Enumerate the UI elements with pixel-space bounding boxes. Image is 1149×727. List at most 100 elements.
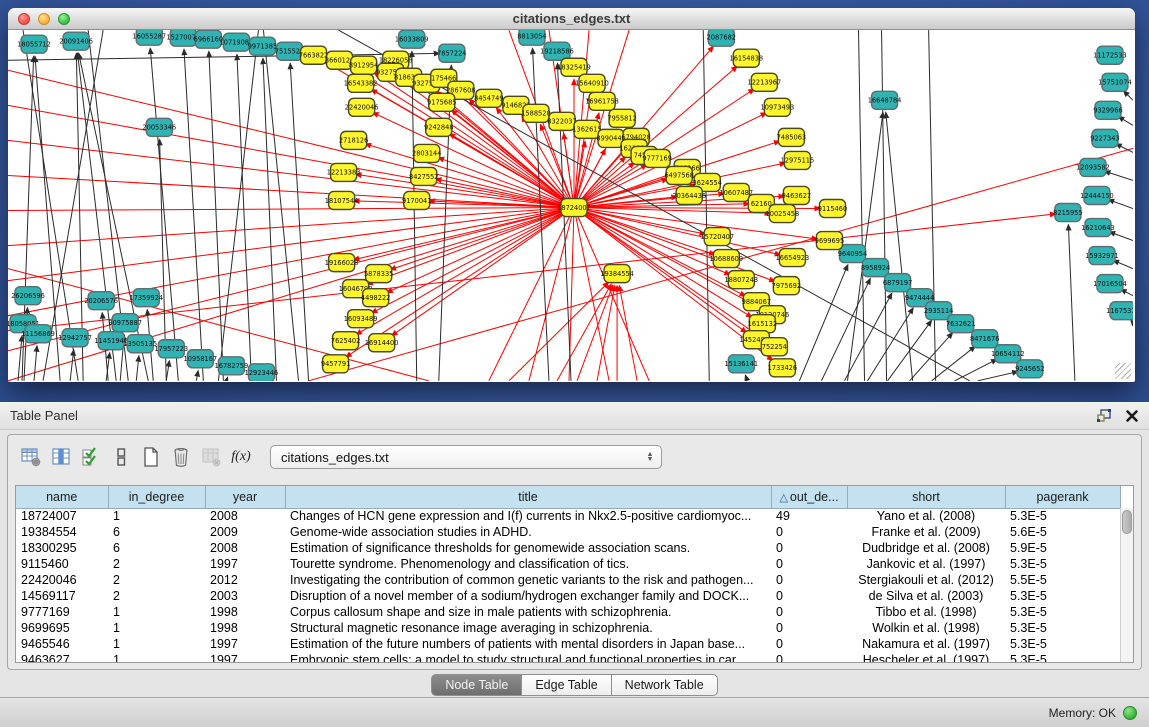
red-edge[interactable] xyxy=(8,214,1056,331)
graph-node[interactable]: 22420046 xyxy=(345,98,379,116)
function-builder-icon[interactable]: f(x) xyxy=(226,442,256,472)
table-scrollbar-thumb[interactable] xyxy=(1122,510,1132,534)
graph-node[interactable]: 7857224 xyxy=(437,44,466,62)
red-edge[interactable] xyxy=(390,208,574,270)
table-cell[interactable]: Nakamura et al. (1997) xyxy=(847,636,1005,652)
float-panel-icon[interactable] xyxy=(1096,408,1113,424)
table-cell[interactable]: 9465546 xyxy=(16,636,108,652)
table-row[interactable]: 946554611997Estimation of the future num… xyxy=(16,636,1120,652)
col-header-name[interactable]: name xyxy=(16,486,108,508)
table-cell[interactable]: 9777169 xyxy=(16,604,108,620)
graph-node[interactable]: 16914400 xyxy=(365,334,399,352)
graph-node[interactable]: 20053346 xyxy=(142,118,176,136)
network-canvas[interactable]: 1872400718055712200914061605528715270072… xyxy=(8,30,1133,381)
table-cell[interactable]: 1 xyxy=(108,508,205,524)
graph-node[interactable]: 15640910 xyxy=(575,74,609,92)
graph-node[interactable]: 10958167 xyxy=(184,350,218,368)
graph-node[interactable]: 8813054 xyxy=(517,30,546,45)
black-edge[interactable] xyxy=(799,265,847,381)
table-cell[interactable]: Structural magnetic resonance image aver… xyxy=(285,620,771,636)
table-cell[interactable]: 1 xyxy=(108,620,205,636)
table-cell[interactable]: Disruption of a novel member of a sodium… xyxy=(285,588,771,604)
table-cell[interactable]: Genome-wide association studies in ADHD. xyxy=(285,524,771,540)
table-cell[interactable]: 1997 xyxy=(205,556,285,572)
window-titlebar[interactable]: citations_edges.txt xyxy=(8,8,1135,30)
table-row[interactable]: 977716911998Corpus callosum shape and si… xyxy=(16,604,1120,620)
red-edge[interactable] xyxy=(373,112,575,207)
graph-node[interactable]: 16093489 xyxy=(344,310,378,328)
table-cell[interactable]: 2009 xyxy=(205,524,285,540)
table-cell[interactable]: 2 xyxy=(108,588,205,604)
table-cell[interactable]: Jankovic et al. (1997) xyxy=(847,556,1005,572)
new-table-icon[interactable] xyxy=(136,442,166,472)
graph-node[interactable]: 7625402 xyxy=(331,332,360,350)
graph-node[interactable]: 19384554 xyxy=(600,265,634,283)
close-panel-icon[interactable] xyxy=(1125,409,1139,423)
red-edge[interactable] xyxy=(489,208,574,381)
graph-node[interactable]: 7632621 xyxy=(946,315,975,333)
black-edge[interactable] xyxy=(1104,171,1133,180)
select-rows-icon[interactable] xyxy=(76,442,106,472)
graph-node[interactable]: 9971385 xyxy=(248,37,277,55)
graph-node[interactable]: 9242848 xyxy=(424,118,453,136)
table-cell[interactable]: 19384554 xyxy=(16,524,108,540)
graph-node[interactable]: 12942757 xyxy=(58,329,92,347)
table-cell[interactable]: 2008 xyxy=(205,508,285,524)
black-edge[interactable] xyxy=(868,308,914,381)
table-cell[interactable]: 5.3E-5 xyxy=(1005,556,1120,572)
table-cell[interactable]: 5.3E-5 xyxy=(1005,652,1120,663)
table-cell[interactable]: 5.3E-5 xyxy=(1005,636,1120,652)
red-edge[interactable] xyxy=(574,208,715,255)
table-cell[interactable]: 49 xyxy=(771,508,847,524)
graph-node[interactable]: 4498222 xyxy=(361,289,390,307)
graph-node[interactable]: 15136141 xyxy=(724,355,758,373)
graph-node[interactable]: 9115460 xyxy=(818,199,847,217)
table-cell[interactable]: 9463627 xyxy=(16,652,108,663)
black-edge[interactable] xyxy=(859,30,865,381)
table-cell[interactable]: 22420046 xyxy=(16,572,108,588)
delete-table-icon[interactable] xyxy=(166,442,196,472)
column-visibility-icon[interactable] xyxy=(46,442,76,472)
table-row[interactable]: 2242004622012Investigating the contribut… xyxy=(16,572,1120,588)
graph-node[interactable]: 16782759 xyxy=(215,357,249,375)
graph-node[interactable]: 15751074 xyxy=(1098,73,1132,91)
graph-node[interactable]: 6879197 xyxy=(883,274,912,292)
graph-node[interactable]: 16654923 xyxy=(776,249,810,267)
graph-node[interactable]: 16543382 xyxy=(344,74,378,92)
graph-node[interactable]: 11156869 xyxy=(21,325,55,343)
table-cell[interactable]: 0 xyxy=(771,556,847,572)
black-edge[interactable] xyxy=(196,371,198,381)
graph-node[interactable]: 13505135 xyxy=(123,335,157,353)
graph-node[interactable]: 18055712 xyxy=(17,35,51,53)
red-edge[interactable] xyxy=(509,282,609,381)
graph-node[interactable]: 18807243 xyxy=(724,271,758,289)
black-edge[interactable] xyxy=(1068,225,1075,381)
table-cell[interactable]: Estimation of significance thresholds fo… xyxy=(285,540,771,556)
table-cell[interactable]: Embryonic stem cells: a model to study s… xyxy=(285,652,771,663)
graph-node[interactable]: 18107544 xyxy=(325,191,359,209)
graph-node[interactable]: 11675310 xyxy=(1106,302,1133,320)
graph-node[interactable]: 12213383 xyxy=(327,163,361,181)
table-cell[interactable]: Tourette syndrome. Phenomenology and cla… xyxy=(285,556,771,572)
graph-node[interactable]: 9777169 xyxy=(642,149,671,167)
table-settings-icon[interactable] xyxy=(16,442,46,472)
table-cell[interactable]: de Silva et al. (2003) xyxy=(847,588,1005,604)
graph-node[interactable]: 9463627 xyxy=(782,186,811,204)
table-cell[interactable]: 2003 xyxy=(205,588,285,604)
table-cell[interactable]: 18300295 xyxy=(16,540,108,556)
black-edge[interactable] xyxy=(1113,260,1133,268)
graph-node[interactable]: 9457791 xyxy=(321,355,350,373)
table-cell[interactable]: 0 xyxy=(771,524,847,540)
col-header-pagerank[interactable]: pagerank xyxy=(1005,486,1120,508)
black-edge[interactable] xyxy=(745,375,747,381)
resize-grip[interactable] xyxy=(1115,363,1131,379)
table-cell[interactable]: 5.3E-5 xyxy=(1005,604,1120,620)
table-row[interactable]: 1938455462009Genome-wide association stu… xyxy=(16,524,1120,540)
graph-node[interactable]: 12213967 xyxy=(748,73,782,91)
graph-node[interactable]: 15932971 xyxy=(1085,247,1119,265)
black-edge[interactable] xyxy=(184,49,203,381)
table-cell[interactable]: Hescheler et al. (1997) xyxy=(847,652,1005,663)
table-cell[interactable]: 5.3E-5 xyxy=(1005,508,1120,524)
graph-node[interactable]: 8471676 xyxy=(970,330,999,348)
graph-node[interactable]: 17359924 xyxy=(129,289,163,307)
